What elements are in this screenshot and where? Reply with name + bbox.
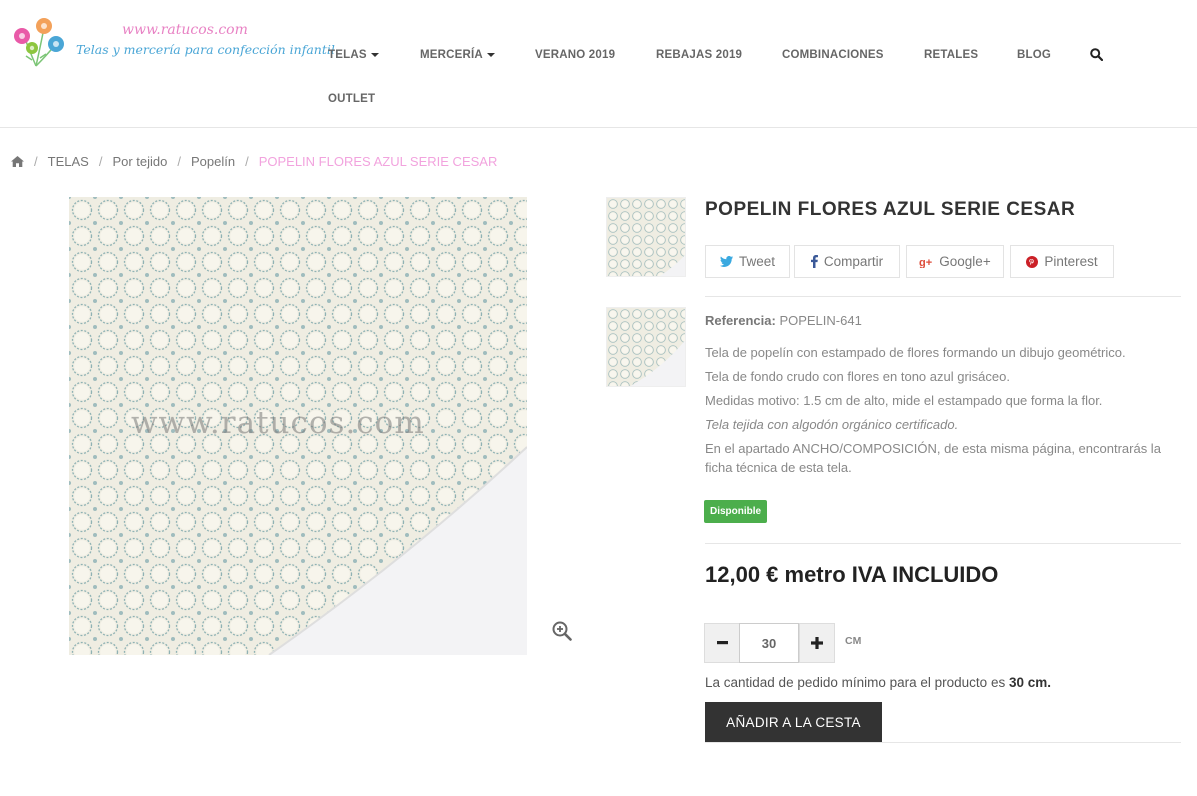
pinterest-label: Pinterest xyxy=(1044,254,1098,269)
twitter-icon xyxy=(719,256,733,267)
breadcrumb-separator: / xyxy=(98,154,103,169)
product-main-image[interactable]: www.ratucos.com xyxy=(69,197,527,655)
quantity-decrease-button[interactable] xyxy=(704,623,740,663)
nav-merceria-label: MERCERÍA xyxy=(420,49,483,61)
product-title: POPELIN FLORES AZUL SERIE CESAR xyxy=(705,199,1076,220)
description-paragraph: Tela de fondo crudo con flores en tono a… xyxy=(705,369,1010,384)
description-paragraph: Medidas motivo: 1.5 cm de alto, mide el … xyxy=(705,393,1103,408)
zoom-button[interactable] xyxy=(552,621,572,641)
nav-merceria[interactable]: MERCERÍA xyxy=(420,49,495,61)
search-button[interactable] xyxy=(1090,48,1104,64)
breadcrumb-item[interactable]: Por tejido xyxy=(112,154,167,169)
minus-icon xyxy=(716,641,728,645)
pinterest-button[interactable]: Pinterest xyxy=(1010,245,1114,278)
nav-combinaciones[interactable]: COMBINACIONES xyxy=(782,49,884,61)
description-paragraph: Tela tejida con algodón orgánico certifi… xyxy=(705,417,959,432)
google-plus-button[interactable]: g+ Google+ xyxy=(906,245,1004,278)
breadcrumb-separator: / xyxy=(177,154,181,169)
plus-icon xyxy=(811,637,823,649)
nav-rebajas[interactable]: REBAJAS 2019 xyxy=(656,49,742,61)
tweet-label: Tweet xyxy=(738,254,776,269)
google-plus-label: Google+ xyxy=(939,254,991,269)
product-thumbnail[interactable] xyxy=(606,197,686,277)
product-price: 12,00 € metro IVA INCLUIDO xyxy=(705,562,999,587)
google-plus-icon: g+ xyxy=(919,257,932,268)
caret-down-icon xyxy=(370,52,379,57)
product-description: Tela de popelín con estampado de flores … xyxy=(705,343,1175,482)
site-logo[interactable]: www.ratucos.com Telas y mercería para co… xyxy=(10,14,335,74)
quantity-input[interactable] xyxy=(739,623,799,663)
nav-retales[interactable]: RETALES xyxy=(924,49,978,61)
product-reference: Referencia: POPELIN-641 xyxy=(705,313,862,328)
home-icon xyxy=(11,156,24,167)
facebook-share-button[interactable]: Compartir xyxy=(794,245,900,278)
logo-url-text: www.ratucos.com xyxy=(122,22,248,38)
description-paragraph: En el apartado ANCHO/COMPOSICIÓN, de est… xyxy=(705,441,1161,475)
minimum-order-value: 30 cm. xyxy=(1008,675,1051,690)
flowers-logo-icon xyxy=(14,18,64,67)
image-watermark: www.ratucos.com xyxy=(131,405,425,441)
nav-telas[interactable]: TELAS xyxy=(328,49,379,61)
divider xyxy=(705,543,1181,544)
breadcrumb-separator: / xyxy=(34,154,38,169)
quantity-unit: CM xyxy=(845,635,862,647)
nav-verano[interactable]: VERANO 2019 xyxy=(535,49,615,61)
product-thumbnail[interactable] xyxy=(606,307,686,387)
reference-label: Referencia: xyxy=(705,313,776,328)
facebook-label: Compartir xyxy=(823,254,884,269)
minimum-order-note: La cantidad de pedido mínimo para el pro… xyxy=(705,675,1051,690)
quantity-increase-button[interactable] xyxy=(799,623,835,663)
availability-badge: Disponible xyxy=(704,500,768,523)
breadcrumb-separator: / xyxy=(245,154,249,169)
breadcrumb-item[interactable]: TELAS xyxy=(48,154,89,169)
nav-blog[interactable]: BLOG xyxy=(1017,49,1051,61)
svg-text:g+: g+ xyxy=(919,257,932,268)
search-icon xyxy=(1090,48,1104,62)
pinterest-icon xyxy=(1026,255,1039,268)
nav-outlet[interactable]: OUTLET xyxy=(328,93,375,105)
add-to-cart-button[interactable]: AÑADIR A LA CESTA xyxy=(705,702,882,742)
reference-value: POPELIN-641 xyxy=(779,313,862,328)
divider xyxy=(705,296,1181,297)
minimum-order-text: La cantidad de pedido mínimo para el pro… xyxy=(705,675,1006,690)
breadcrumb-current: POPELIN FLORES AZUL SERIE CESAR xyxy=(258,154,498,169)
zoom-in-icon xyxy=(552,621,572,641)
facebook-icon xyxy=(810,255,818,268)
fabric-thumbnail-image xyxy=(607,308,685,386)
description-paragraph: Tela de popelín con estampado de flores … xyxy=(705,345,1126,360)
nav-telas-label: TELAS xyxy=(328,49,367,61)
logo-tagline: Telas y mercería para confección infanti… xyxy=(76,42,335,57)
breadcrumb-item[interactable]: Popelín xyxy=(191,154,235,169)
caret-down-icon xyxy=(486,52,495,57)
tweet-button[interactable]: Tweet xyxy=(705,245,790,278)
home-link[interactable] xyxy=(11,155,24,170)
divider xyxy=(705,742,1181,743)
site-header: www.ratucos.com Telas y mercería para co… xyxy=(0,0,1197,128)
breadcrumb: / TELAS / Por tejido / Popelín / POPELIN FLORES… xyxy=(11,154,497,170)
fabric-thumbnail-image xyxy=(607,198,685,276)
